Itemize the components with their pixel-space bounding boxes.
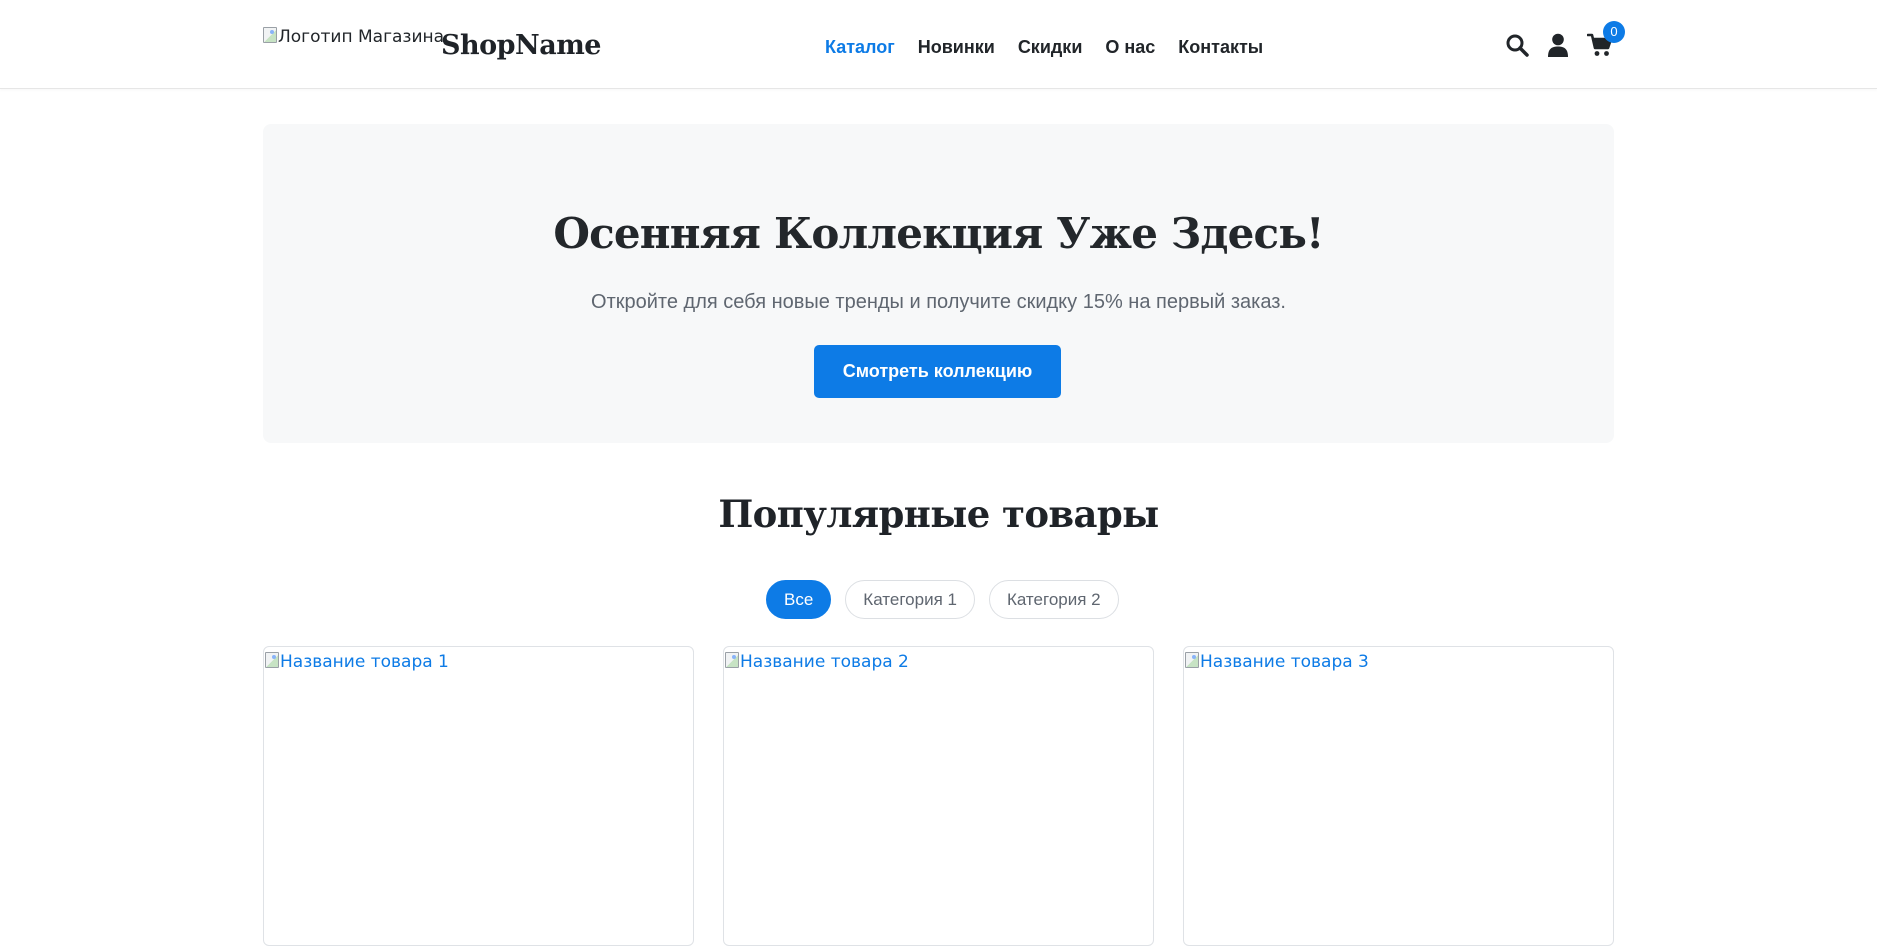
- view-collection-button[interactable]: Смотреть коллекцию: [814, 345, 1061, 398]
- product-card[interactable]: Название товара 2: [723, 646, 1154, 946]
- nav-item-contacts[interactable]: Контакты: [1178, 37, 1263, 58]
- broken-image-icon: [1185, 652, 1199, 668]
- logo-alt-text: Логотип Магазина: [278, 27, 445, 47]
- product-image-link[interactable]: Название товара 2: [724, 647, 1153, 672]
- filter-category-1[interactable]: Категория 1: [845, 580, 975, 619]
- brand-name[interactable]: ShopName: [441, 30, 601, 61]
- user-icon[interactable]: [1547, 33, 1569, 62]
- product-image-link[interactable]: Название товара 1: [264, 647, 693, 672]
- nav-item-about[interactable]: О нас: [1105, 37, 1155, 58]
- filter-category-2[interactable]: Категория 2: [988, 580, 1119, 619]
- search-icon[interactable]: [1505, 33, 1529, 62]
- nav-item-catalog[interactable]: Каталог: [825, 37, 895, 58]
- main-nav: Каталог Новинки Скидки О нас Контакты: [825, 37, 1286, 58]
- cart-count-badge: 0: [1603, 21, 1625, 43]
- hero-title: Осенняя Коллекция Уже Здесь!: [553, 209, 1324, 258]
- hero-subtitle: Откройте для себя новые тренды и получит…: [591, 291, 1286, 313]
- nav-item-new[interactable]: Новинки: [918, 37, 995, 58]
- filter-all[interactable]: Все: [766, 580, 832, 619]
- broken-image-icon: [725, 652, 739, 668]
- product-image-link[interactable]: Название товара 3: [1184, 647, 1613, 672]
- logo-link[interactable]: Логотип Магазина: [263, 27, 444, 47]
- hero-banner: Осенняя Коллекция Уже Здесь! Откройте дл…: [263, 124, 1614, 443]
- product-card[interactable]: Название товара 1: [263, 646, 694, 946]
- nav-item-sale[interactable]: Скидки: [1018, 37, 1083, 58]
- product-image-alt: Название товара 3: [1200, 652, 1369, 672]
- product-image-alt: Название товара 2: [740, 652, 909, 672]
- broken-image-icon: [263, 27, 277, 43]
- product-image-alt: Название товара 1: [280, 652, 449, 672]
- site-header: Логотип Магазина ShopName Каталог Новинк…: [0, 0, 1877, 89]
- broken-image-icon: [265, 652, 279, 668]
- category-filters: Все Категория 1 Категория 2: [766, 580, 1119, 619]
- product-card[interactable]: Название товара 3: [1183, 646, 1614, 946]
- popular-products-title: Популярные товары: [718, 492, 1159, 536]
